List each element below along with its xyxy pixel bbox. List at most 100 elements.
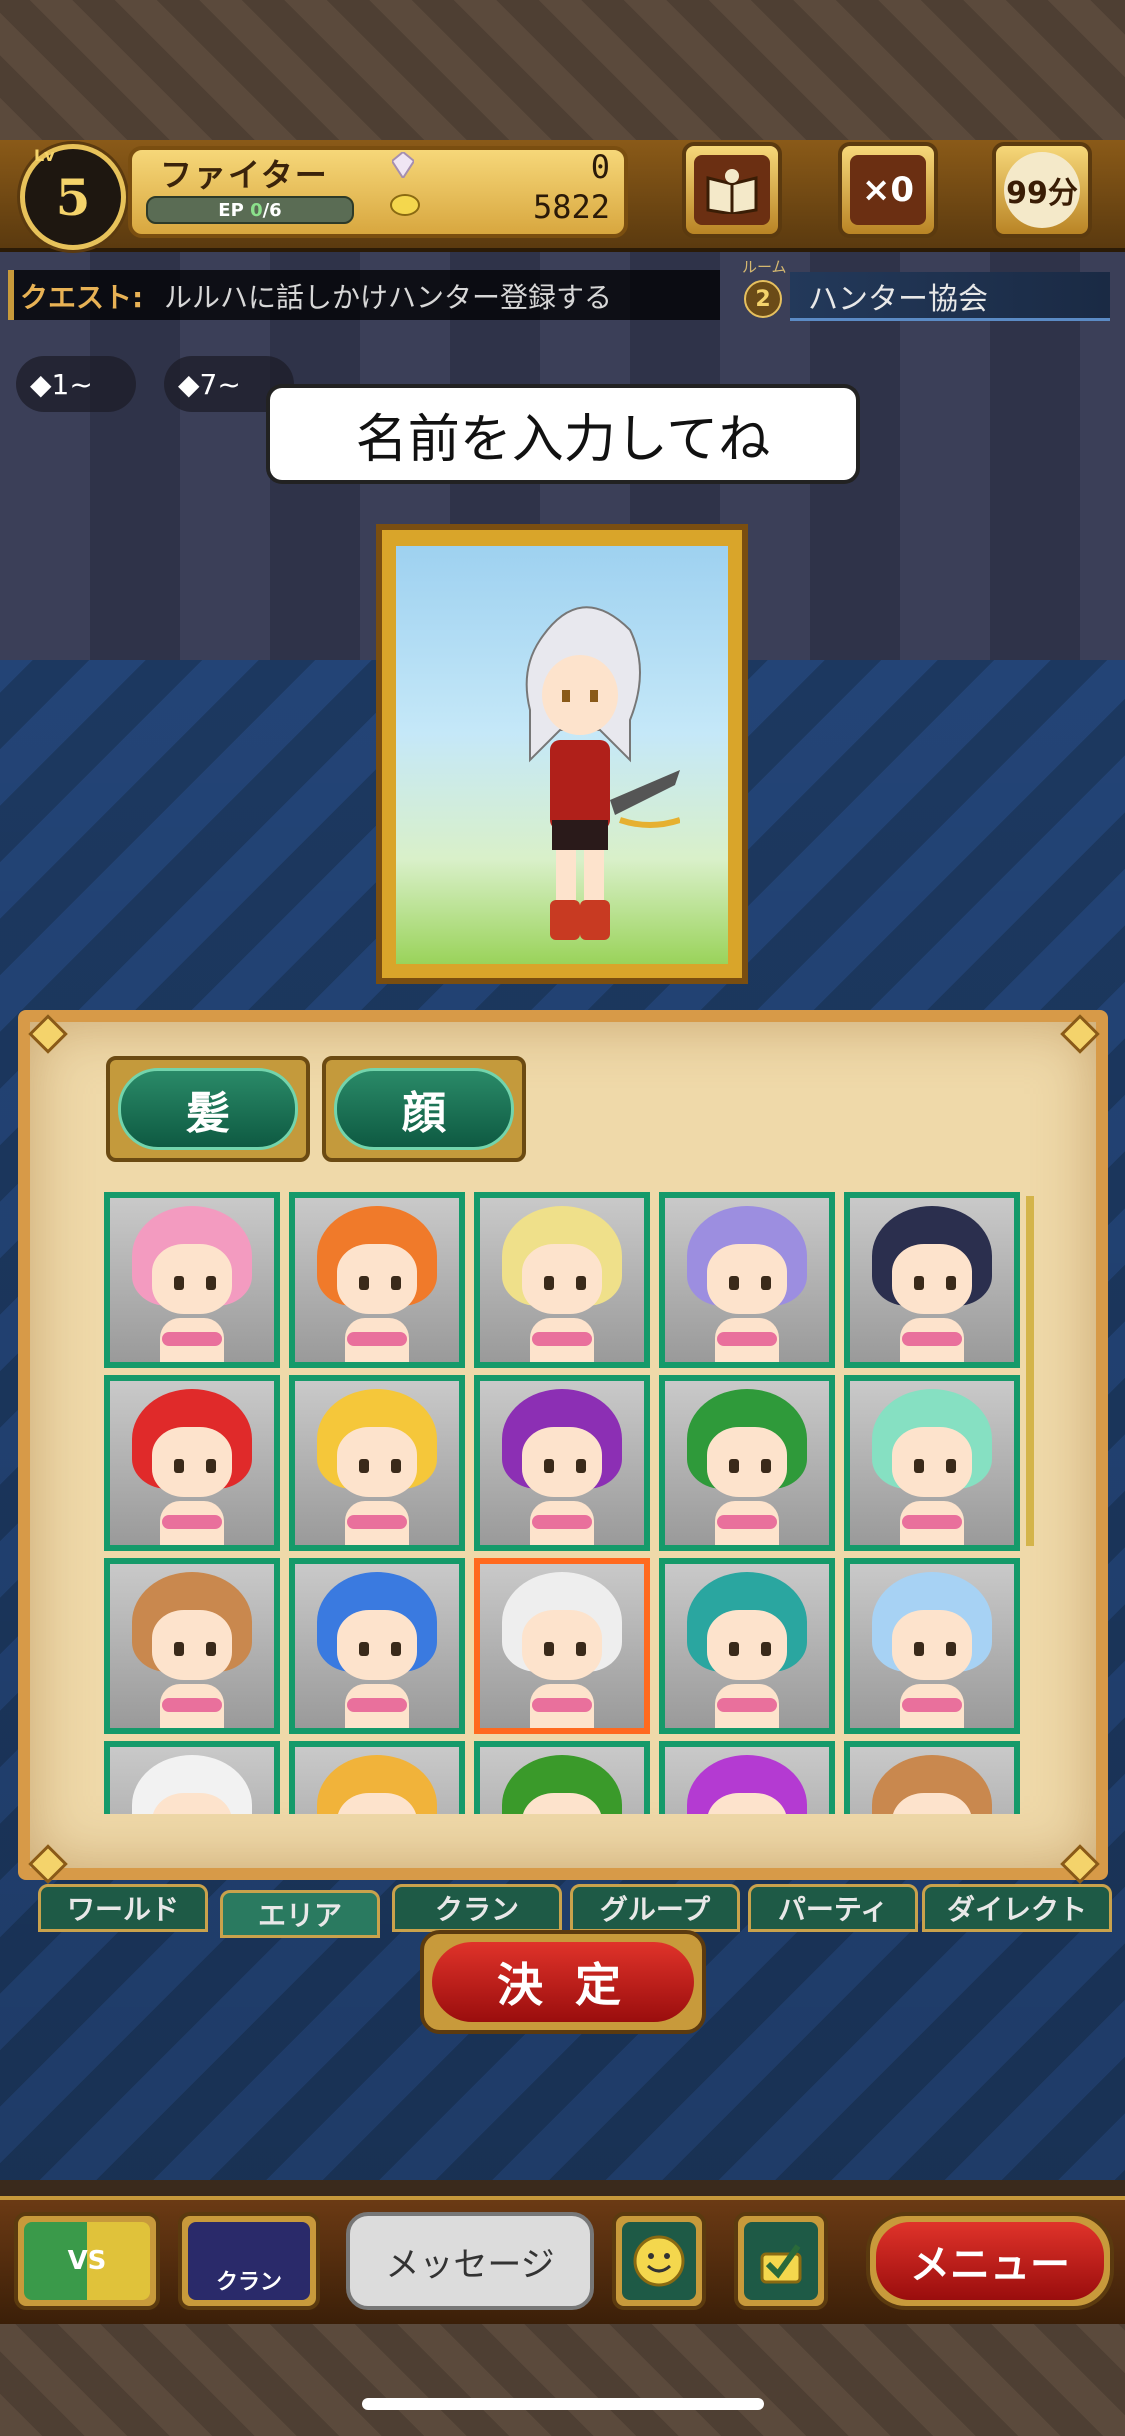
message-button[interactable]: メッセージ (346, 2212, 594, 2310)
hair-option[interactable] (474, 1741, 650, 1814)
hair-option[interactable] (104, 1375, 280, 1551)
eye (359, 1276, 369, 1290)
hair-option[interactable] (104, 1192, 280, 1368)
timer-button[interactable]: 99分 (992, 142, 1092, 238)
grid-scrollbar[interactable] (1026, 1196, 1034, 1546)
eye (576, 1276, 586, 1290)
bottom-background (0, 2320, 1125, 2436)
face-shape (152, 1244, 232, 1314)
tab-face-label: 顔 (334, 1068, 514, 1150)
hair-preview (295, 1564, 459, 1728)
face-shape (892, 1427, 972, 1497)
chat-tab-area[interactable]: エリア (220, 1890, 380, 1938)
tab-face[interactable]: 顔 (322, 1056, 526, 1162)
chat-tab-party[interactable]: パーティ (748, 1884, 918, 1932)
eye (206, 1642, 216, 1656)
bikini-shape (717, 1698, 777, 1712)
guide-book-button[interactable] (682, 142, 782, 238)
eye (391, 1276, 401, 1290)
hair-option[interactable] (659, 1375, 835, 1551)
eye (761, 1276, 771, 1290)
ep-value: 0 (250, 199, 263, 221)
tab-hair[interactable]: 髪 (106, 1056, 310, 1162)
smiley-icon (622, 2222, 696, 2300)
gold-icon (390, 194, 420, 216)
menu-label: メニュー (876, 2222, 1104, 2300)
message-label: メッセージ (385, 2244, 555, 2285)
emote-button[interactable] (612, 2212, 706, 2310)
ticket-count: ×0 (861, 170, 915, 210)
confirm-button[interactable]: 決 定 (420, 1930, 706, 2034)
menu-button[interactable]: メニュー (866, 2212, 1114, 2310)
hair-preview (110, 1381, 274, 1545)
hair-option[interactable] (289, 1741, 465, 1814)
eye (206, 1276, 216, 1290)
hair-preview (850, 1747, 1014, 1814)
eye (729, 1276, 739, 1290)
home-indicator[interactable] (362, 2398, 764, 2410)
eye (544, 1276, 554, 1290)
eye (946, 1642, 956, 1656)
hair-preview (665, 1564, 829, 1728)
hair-option[interactable] (289, 1375, 465, 1551)
hair-preview (110, 1564, 274, 1728)
face-shape (707, 1427, 787, 1497)
chat-tab-world[interactable]: ワールド (38, 1884, 208, 1932)
chat-tab-direct[interactable]: ダイレクト (922, 1884, 1112, 1932)
eye (174, 1276, 184, 1290)
clan-icon: クラン (188, 2222, 310, 2300)
chip-1: ◆ 1~ (16, 356, 136, 412)
eye (359, 1459, 369, 1473)
hair-option[interactable] (474, 1375, 650, 1551)
ticket-icon: ×0 (850, 155, 926, 225)
hair-preview (480, 1381, 644, 1545)
message-label-wrap: メッセージ (356, 2222, 584, 2300)
eye (729, 1642, 739, 1656)
eye (576, 1459, 586, 1473)
bikini-shape (902, 1515, 962, 1529)
face-shape (707, 1610, 787, 1680)
eye (946, 1459, 956, 1473)
hair-preview (665, 1381, 829, 1545)
hair-preview (480, 1564, 644, 1728)
hair-preview (480, 1747, 644, 1814)
bikini-shape (347, 1698, 407, 1712)
name-prompt[interactable]: 名前を入力してね (270, 388, 856, 480)
vs-button[interactable]: VS (14, 2212, 160, 2310)
hair-option[interactable] (474, 1558, 650, 1734)
location-name: ハンター協会 (808, 282, 988, 317)
hair-option[interactable] (844, 1192, 1020, 1368)
gem-icon: ◆ (178, 367, 200, 401)
eye (174, 1459, 184, 1473)
hair-preview (850, 1564, 1014, 1728)
chat-tab-group[interactable]: グループ (570, 1884, 740, 1932)
hair-preview (665, 1747, 829, 1814)
clan-button[interactable]: クラン (178, 2212, 320, 2310)
hair-option[interactable] (289, 1192, 465, 1368)
hair-option[interactable] (659, 1558, 835, 1734)
eye (544, 1642, 554, 1656)
bikini-shape (532, 1698, 592, 1712)
face-shape (337, 1610, 417, 1680)
eye (761, 1459, 771, 1473)
top-background (0, 0, 1125, 140)
ticket-button[interactable]: ×0 (838, 142, 938, 238)
hair-option[interactable] (289, 1558, 465, 1734)
hair-option[interactable] (104, 1741, 280, 1814)
bikini-shape (162, 1332, 222, 1346)
hair-option[interactable] (659, 1741, 835, 1814)
room-number: 2 (744, 280, 782, 318)
stamp-button[interactable] (734, 2212, 828, 2310)
hair-option[interactable] (844, 1741, 1020, 1814)
hair-option[interactable] (659, 1192, 835, 1368)
hair-option[interactable] (844, 1375, 1020, 1551)
face-shape (892, 1610, 972, 1680)
hair-option[interactable] (474, 1192, 650, 1368)
hair-option[interactable] (844, 1558, 1020, 1734)
face-shape (152, 1610, 232, 1680)
chat-tab-clan[interactable]: クラン (392, 1884, 562, 1932)
hair-preview (850, 1381, 1014, 1545)
hair-preview (665, 1198, 829, 1362)
hair-option[interactable] (104, 1558, 280, 1734)
eye (359, 1642, 369, 1656)
